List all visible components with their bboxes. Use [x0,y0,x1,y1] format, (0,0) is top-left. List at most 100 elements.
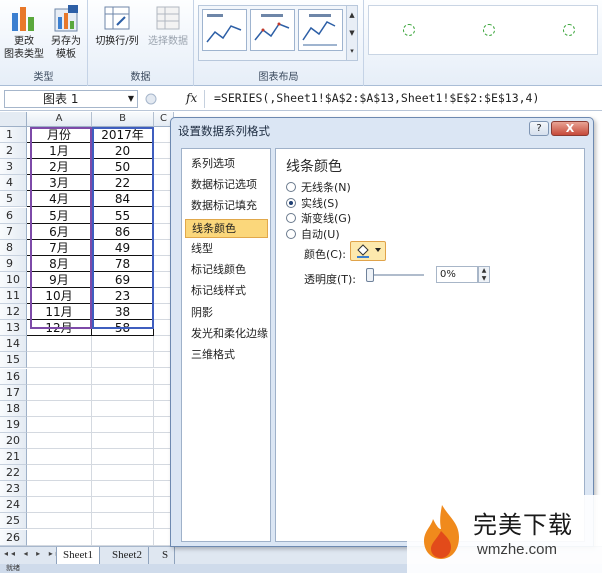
layout-thumb-2[interactable] [250,9,295,51]
resize-handle-icon[interactable] [144,93,158,105]
table-cell[interactable]: 12月 [27,320,92,337]
slider-handle[interactable] [366,268,374,282]
table-cell[interactable] [27,352,92,369]
row-header[interactable]: 21 [0,449,27,466]
row-header[interactable]: 12 [0,304,27,321]
table-cell[interactable]: 78 [92,255,154,272]
table-cell[interactable] [27,465,92,482]
line-option-radio[interactable]: 实线(S) [286,197,339,210]
table-cell[interactable] [27,368,92,385]
function-icon[interactable]: fx [186,91,197,105]
table-cell[interactable] [92,384,154,401]
table-cell[interactable]: 38 [92,304,154,321]
tab-scroll-icon[interactable]: ◂◂ ◂ ▸ ▸▸ [4,549,63,558]
color-picker-button[interactable] [350,241,386,261]
column-header-a[interactable]: A [27,112,92,127]
table-cell[interactable]: 月份 [27,127,92,144]
save-as-template-button[interactable]: 另存为 模板 [46,3,86,61]
layout-thumb-3[interactable] [298,9,343,51]
tab-sheet3[interactable]: S [156,547,176,564]
row-header[interactable]: 17 [0,384,27,401]
table-cell[interactable]: 6月 [27,223,92,240]
table-cell[interactable] [27,400,92,417]
table-cell[interactable]: 11月 [27,304,92,321]
row-header[interactable]: 26 [0,529,27,546]
table-cell[interactable]: 58 [92,320,154,337]
row-header[interactable]: 4 [0,175,27,192]
table-cell[interactable]: 50 [92,159,154,176]
row-header[interactable]: 24 [0,497,27,514]
row-header[interactable]: 20 [0,432,27,449]
table-cell[interactable]: 55 [92,207,154,224]
row-header[interactable]: 3 [0,159,27,176]
layout-thumb-1[interactable] [202,9,247,51]
table-cell[interactable] [27,497,92,514]
row-header[interactable]: 6 [0,207,27,224]
table-cell[interactable] [27,384,92,401]
row-header[interactable]: 11 [0,288,27,305]
row-header[interactable]: 15 [0,352,27,369]
table-cell[interactable] [92,352,154,369]
table-cell[interactable]: 10月 [27,288,92,305]
chart-style-1[interactable] [403,24,415,36]
table-cell[interactable] [92,497,154,514]
table-cell[interactable] [92,529,154,546]
table-cell[interactable]: 3月 [27,175,92,192]
row-header[interactable]: 2 [0,143,27,160]
transparency-input[interactable]: 0% [436,266,478,283]
chart-style-3[interactable] [563,24,575,36]
table-cell[interactable] [92,336,154,353]
table-cell[interactable] [92,465,154,482]
column-header-b[interactable]: B [92,112,154,127]
chart-style-2[interactable] [483,24,495,36]
table-cell[interactable] [27,336,92,353]
close-button[interactable]: X [551,121,589,136]
line-option-radio[interactable]: 自动(U) [286,228,340,241]
radio-button-icon[interactable] [286,213,296,223]
row-header[interactable]: 7 [0,223,27,240]
table-cell[interactable]: 2017年 [92,127,154,144]
radio-button-icon[interactable] [286,229,296,239]
nav-item[interactable]: 数据标记选项 [185,176,268,195]
nav-item[interactable]: 三维格式 [185,346,268,365]
table-cell[interactable]: 20 [92,143,154,160]
table-cell[interactable]: 7月 [27,239,92,256]
nav-item[interactable]: 线型 [185,240,268,259]
change-chart-type-button[interactable]: 更改 图表类型 [4,3,44,61]
line-option-radio[interactable]: 渐变线(G) [286,212,351,225]
table-cell[interactable]: 23 [92,288,154,305]
table-cell[interactable] [92,449,154,466]
transparency-slider[interactable] [366,268,424,282]
table-cell[interactable]: 8月 [27,255,92,272]
formula-input[interactable]: =SERIES(,Sheet1!$A$2:$A$13,Sheet1!$E$2:$… [214,91,539,105]
name-box[interactable]: 图表 1 ▼ [4,90,138,108]
table-cell[interactable]: 84 [92,191,154,208]
table-cell[interactable] [27,416,92,433]
table-cell[interactable]: 69 [92,271,154,288]
row-header[interactable]: 10 [0,271,27,288]
nav-item[interactable]: 阴影 [185,304,268,323]
table-cell[interactable]: 86 [92,223,154,240]
chart-layout-gallery[interactable]: ▲ ▼ ▾ [198,5,358,61]
table-cell[interactable] [92,416,154,433]
table-cell[interactable]: 1月 [27,143,92,160]
row-header[interactable]: 5 [0,191,27,208]
nav-item[interactable]: 标记线颜色 [185,261,268,280]
row-header[interactable]: 19 [0,416,27,433]
table-cell[interactable] [92,432,154,449]
table-cell[interactable] [92,368,154,385]
nav-item[interactable]: 发光和柔化边缘 [185,325,268,344]
table-cell[interactable]: 5月 [27,207,92,224]
chart-style-gallery[interactable] [368,5,598,55]
table-cell[interactable] [92,400,154,417]
table-cell[interactable]: 2月 [27,159,92,176]
row-header[interactable]: 23 [0,481,27,498]
table-cell[interactable] [27,529,92,546]
gallery-scroll[interactable]: ▲ ▼ ▾ [346,6,357,60]
row-header[interactable]: 25 [0,513,27,530]
table-cell[interactable] [27,481,92,498]
nav-item[interactable]: 数据标记填充 [185,197,268,216]
table-cell[interactable] [27,513,92,530]
row-header[interactable]: 14 [0,336,27,353]
row-header[interactable]: 18 [0,400,27,417]
